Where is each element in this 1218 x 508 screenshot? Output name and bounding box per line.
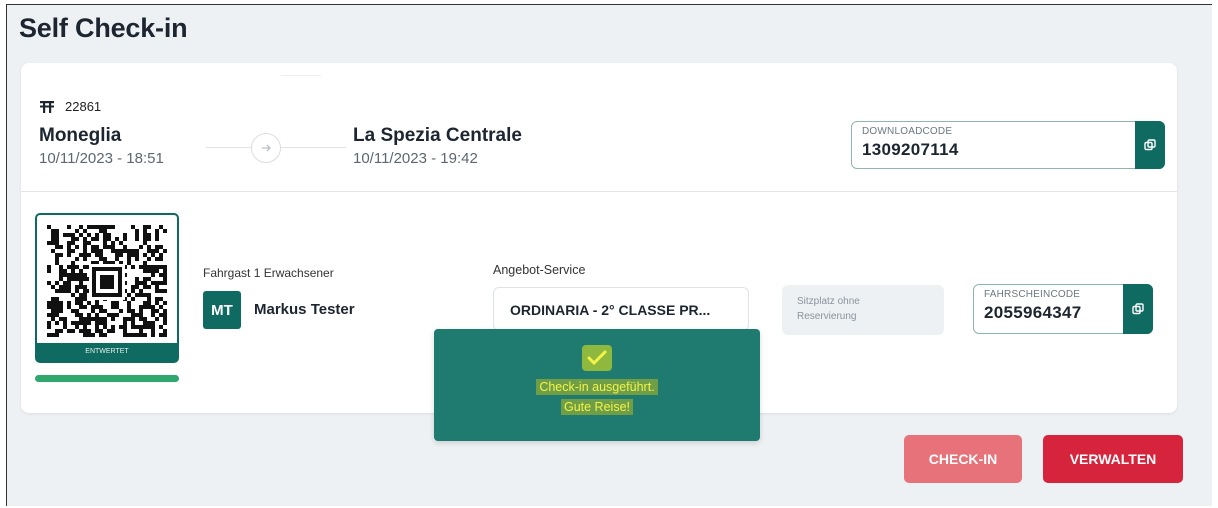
toast-message: Check-in ausgeführt. Gute Reise! [434,377,760,417]
qr-code [47,225,167,337]
destination-station: La Spezia Centrale 10/11/2023 - 19:42 [353,125,522,167]
checkmark-icon [582,345,612,371]
validity-progress-bar [35,375,179,382]
manage-button[interactable]: VERWALTEN [1043,435,1183,483]
passenger-label: Fahrgast 1 Erwachsener [203,266,334,280]
copy-download-code-button[interactable] [1135,121,1165,169]
origin-datetime: 10/11/2023 - 18:51 [39,150,164,167]
train-icon [40,100,54,113]
section-divider [21,191,1177,192]
offer-service-field[interactable]: ORDINARIA - 2° CLASSE PR... [493,287,749,331]
destination-name: La Spezia Centrale [353,125,522,146]
avatar: MT [203,291,241,329]
ticket-code-field[interactable]: FAHRSCHEINCODE 2055964347 [973,284,1153,334]
passenger-name: Markus Tester [254,301,355,318]
origin-station: Moneglia 10/11/2023 - 18:51 [39,125,164,167]
copy-icon [1144,139,1156,151]
seat-info: Sitzplatz ohne Reservierung [782,285,944,335]
toast-line1: Check-in ausgeführt. [536,379,658,395]
origin-name: Moneglia [39,125,122,146]
toast-line2: Gute Reise! [560,399,633,415]
route-arrow-icon [251,133,281,163]
train-info: 22861 [39,99,101,114]
copy-icon [1132,303,1144,315]
offer-label: Angebot-Service [493,263,586,277]
success-toast: Check-in ausgeführt. Gute Reise! [434,329,760,441]
seat-text-line2: Reservierung [797,311,857,322]
page-title: Self Check-in [19,13,188,43]
qr-status: ENTWERTET [37,343,177,361]
train-number: 22861 [65,99,102,114]
decorative-line [281,75,321,76]
checkin-button[interactable]: CHECK-IN [904,435,1022,483]
download-code-label: DOWNLOADCODE [862,126,953,137]
destination-datetime: 10/11/2023 - 19:42 [353,150,478,167]
download-code-value: 1309207114 [862,140,959,159]
download-code-field[interactable]: DOWNLOADCODE 1309207114 [851,121,1165,169]
seat-text-line1: Sitzplatz ohne [797,296,860,307]
copy-ticket-code-button[interactable] [1123,284,1153,334]
ticket-qr-card[interactable]: ENTWERTET [35,213,179,363]
